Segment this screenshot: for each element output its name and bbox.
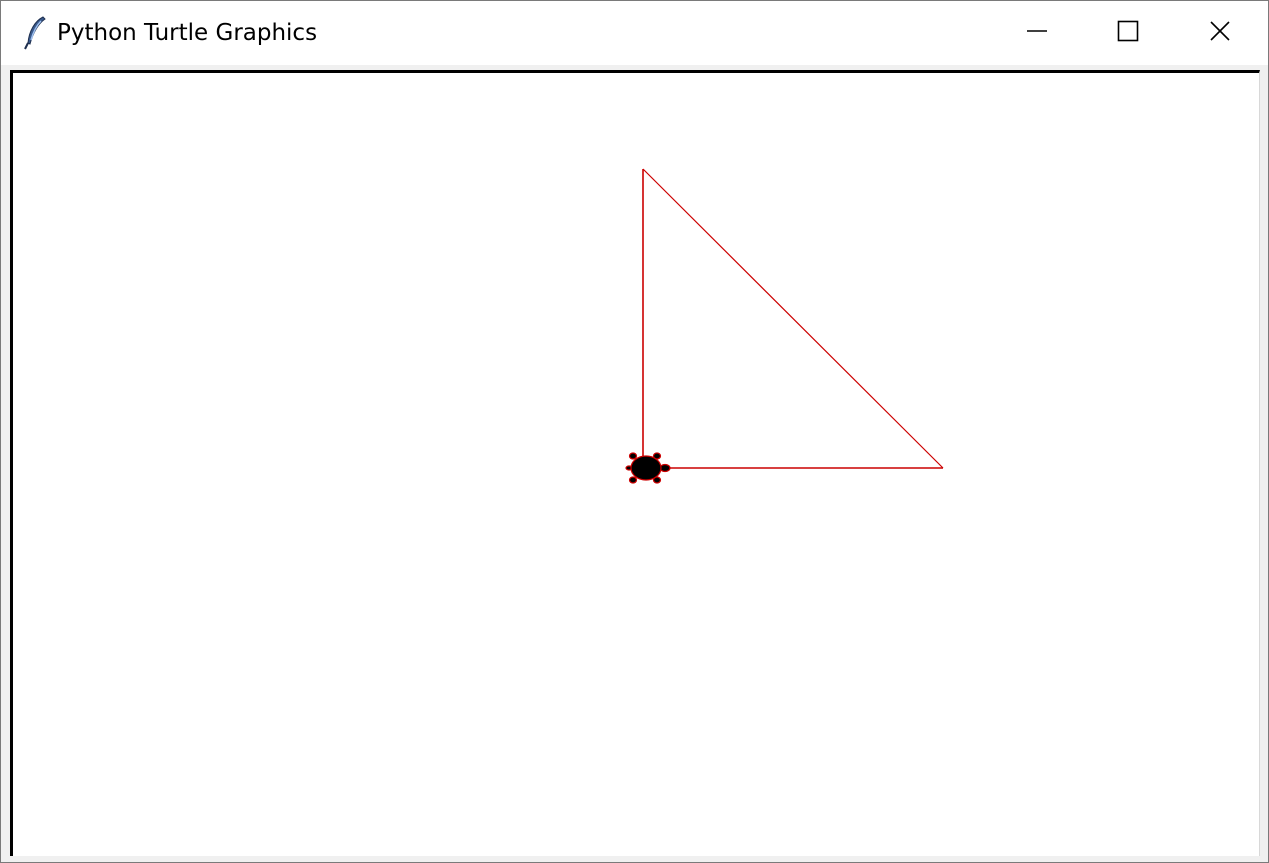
maximize-icon — [1117, 20, 1139, 47]
title-bar[interactable]: Python Turtle Graphics — [1, 1, 1268, 65]
drawing-surface — [625, 168, 944, 484]
triangle-hypotenuse — [642, 168, 944, 469]
minimize-button[interactable] — [991, 1, 1083, 65]
turtle-canvas[interactable] — [10, 70, 1260, 856]
close-button[interactable] — [1174, 1, 1266, 65]
turtle-icon — [625, 452, 671, 484]
close-icon — [1209, 20, 1231, 47]
app-window: Python Turtle Graphics — [0, 0, 1269, 863]
maximize-button[interactable] — [1082, 1, 1174, 65]
feather-icon — [21, 15, 51, 51]
minimize-icon — [1026, 20, 1048, 47]
window-title: Python Turtle Graphics — [57, 20, 318, 46]
